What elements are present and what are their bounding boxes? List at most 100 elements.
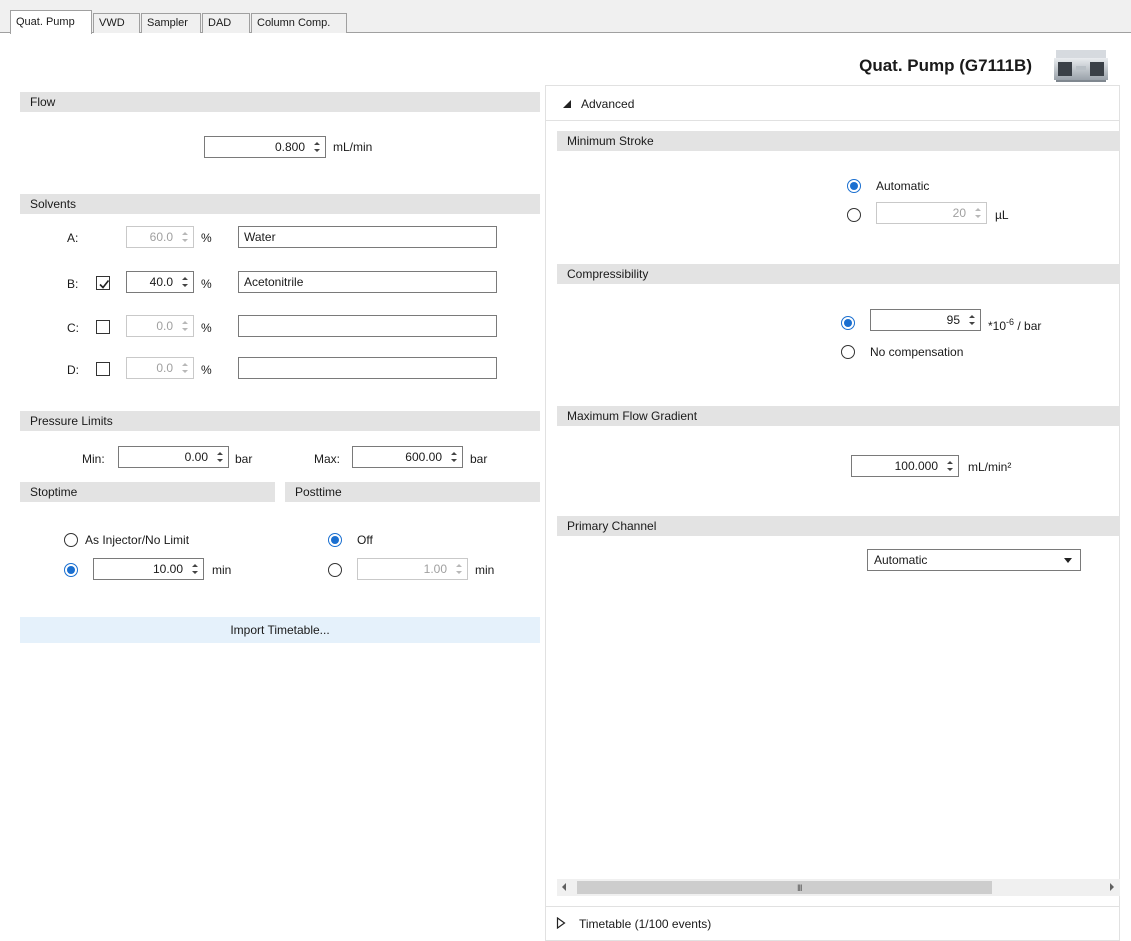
solvent-b-checkbox[interactable]: [96, 276, 110, 290]
flow-header: Flow: [20, 92, 540, 112]
compressibility-unit-exponent: -6: [1006, 317, 1015, 327]
solvent-d-percent-value: 0.0: [156, 361, 173, 375]
no-compensation-label: No compensation: [870, 345, 964, 359]
flow-input[interactable]: 0.800: [204, 136, 326, 158]
solvent-b-percent[interactable]: 40.0: [126, 271, 194, 293]
solvent-d-percent[interactable]: 0.0: [126, 357, 194, 379]
solvent-a-name[interactable]: Water: [238, 226, 497, 248]
compressibility-unit-base: *10: [988, 319, 1007, 333]
posttime-value-radio[interactable]: [328, 563, 342, 577]
spin-arrows-icon[interactable]: [189, 560, 201, 578]
advanced-panel: [545, 85, 1120, 941]
solvent-c-percent[interactable]: 0.0: [126, 315, 194, 337]
spin-arrows-icon[interactable]: [448, 448, 460, 466]
pressure-max-label: Max:: [314, 452, 341, 466]
pressure-min-label: Min:: [82, 452, 105, 466]
stoptime-unit: min: [212, 563, 232, 577]
compressibility-input[interactable]: 95: [870, 309, 981, 331]
solvents-header: Solvents: [20, 194, 540, 214]
posttime-off-radio[interactable]: [328, 533, 342, 547]
posttime-value: 1.00: [423, 562, 447, 576]
advanced-expander[interactable]: Advanced: [546, 86, 1119, 121]
expand-triangle-icon: [556, 917, 566, 929]
spin-arrows-icon[interactable]: [966, 311, 978, 329]
flow-unit: mL/min: [333, 140, 373, 154]
max-flow-gradient-value: 100.000: [894, 459, 938, 473]
pump-module-image: [1046, 46, 1116, 84]
primary-channel-value: Automatic: [874, 553, 928, 567]
spin-arrows-icon[interactable]: [179, 228, 191, 246]
solvent-c-label: C:: [67, 321, 79, 335]
solvent-d-checkbox[interactable]: [96, 362, 110, 376]
spin-arrows-icon[interactable]: [214, 448, 226, 466]
tab-quat-pump[interactable]: Quat. Pump: [10, 10, 92, 34]
percent-sign: %: [201, 363, 212, 377]
scroll-left-arrow-icon[interactable]: [562, 883, 566, 891]
max-flow-gradient-unit: mL/min²: [968, 460, 1012, 474]
pressure-min-unit: bar: [235, 452, 253, 466]
min-stroke-auto-radio[interactable]: [847, 179, 861, 193]
compressibility-value-radio[interactable]: [841, 316, 855, 330]
compressibility-unit: *10-6 / bar: [988, 314, 1041, 334]
percent-sign: %: [201, 321, 212, 335]
stoptime-header: Stoptime: [20, 482, 275, 502]
tab-sampler[interactable]: Sampler: [141, 13, 201, 33]
compressibility-unit-tail: / bar: [1017, 319, 1042, 333]
stoptime-no-limit-radio[interactable]: [64, 533, 78, 547]
solvent-a-percent-value: 60.0: [149, 230, 173, 244]
scrollbar-thumb[interactable]: III: [577, 881, 992, 894]
horizontal-scrollbar[interactable]: III: [557, 879, 1120, 896]
spin-arrows-icon[interactable]: [944, 457, 956, 475]
spin-arrows-icon[interactable]: [311, 138, 323, 156]
import-timetable-button[interactable]: Import Timetable...: [20, 617, 540, 643]
tab-vwd[interactable]: VWD: [93, 13, 140, 33]
spin-arrows-icon[interactable]: [179, 359, 191, 377]
timetable-label: Timetable (1/100 events): [579, 917, 712, 931]
spin-arrows-icon[interactable]: [179, 273, 191, 291]
pressure-min-value: 0.00: [184, 450, 208, 464]
solvent-b-percent-value: 40.0: [149, 275, 173, 289]
solvent-c-percent-value: 0.0: [156, 319, 173, 333]
stoptime-input[interactable]: 10.00: [93, 558, 204, 580]
min-stroke-value: 20: [952, 206, 966, 220]
max-flow-gradient-header: Maximum Flow Gradient: [557, 406, 1120, 426]
solvent-c-checkbox[interactable]: [96, 320, 110, 334]
chevron-down-icon: [1064, 558, 1072, 563]
solvent-d-label: D:: [67, 363, 79, 377]
solvent-d-name[interactable]: [238, 357, 497, 379]
stoptime-value-radio[interactable]: [64, 563, 78, 577]
tab-column-comp[interactable]: Column Comp.: [251, 13, 347, 33]
max-flow-gradient-input[interactable]: 100.000: [851, 455, 959, 477]
timetable-expander[interactable]: Timetable (1/100 events): [546, 906, 1119, 940]
compressibility-value: 95: [946, 313, 960, 327]
spin-arrows-icon[interactable]: [179, 317, 191, 335]
stoptime-value: 10.00: [152, 562, 183, 576]
collapse-triangle-icon: [563, 100, 571, 108]
stoptime-no-limit-label: As Injector/No Limit: [85, 533, 190, 547]
compressibility-header: Compressibility: [557, 264, 1120, 284]
no-compensation-radio[interactable]: [841, 345, 855, 359]
module-title: Quat. Pump (G7111B): [859, 56, 1032, 75]
tab-dad[interactable]: DAD: [202, 13, 250, 33]
solvent-a-label: A:: [67, 231, 79, 245]
pressure-limits-header: Pressure Limits: [20, 411, 540, 431]
min-stroke-auto-label: Automatic: [876, 179, 930, 193]
percent-sign: %: [201, 231, 212, 245]
solvent-a-percent[interactable]: 60.0: [126, 226, 194, 248]
pressure-max-value: 600.00: [405, 450, 442, 464]
min-stroke-value-radio[interactable]: [847, 208, 861, 222]
solvent-b-name[interactable]: Acetonitrile: [238, 271, 497, 293]
posttime-off-label: Off: [357, 533, 373, 547]
posttime-input[interactable]: 1.00: [357, 558, 468, 580]
pressure-max-input[interactable]: 600.00: [352, 446, 463, 468]
posttime-unit: min: [475, 563, 495, 577]
primary-channel-select[interactable]: Automatic: [867, 549, 1081, 571]
min-stroke-input[interactable]: 20: [876, 202, 987, 224]
solvent-c-name[interactable]: [238, 315, 497, 337]
pressure-min-input[interactable]: 0.00: [118, 446, 229, 468]
percent-sign: %: [201, 277, 212, 291]
advanced-label: Advanced: [581, 97, 635, 111]
scroll-right-arrow-icon[interactable]: [1110, 883, 1114, 891]
spin-arrows-icon[interactable]: [453, 560, 465, 578]
spin-arrows-icon[interactable]: [972, 204, 984, 222]
